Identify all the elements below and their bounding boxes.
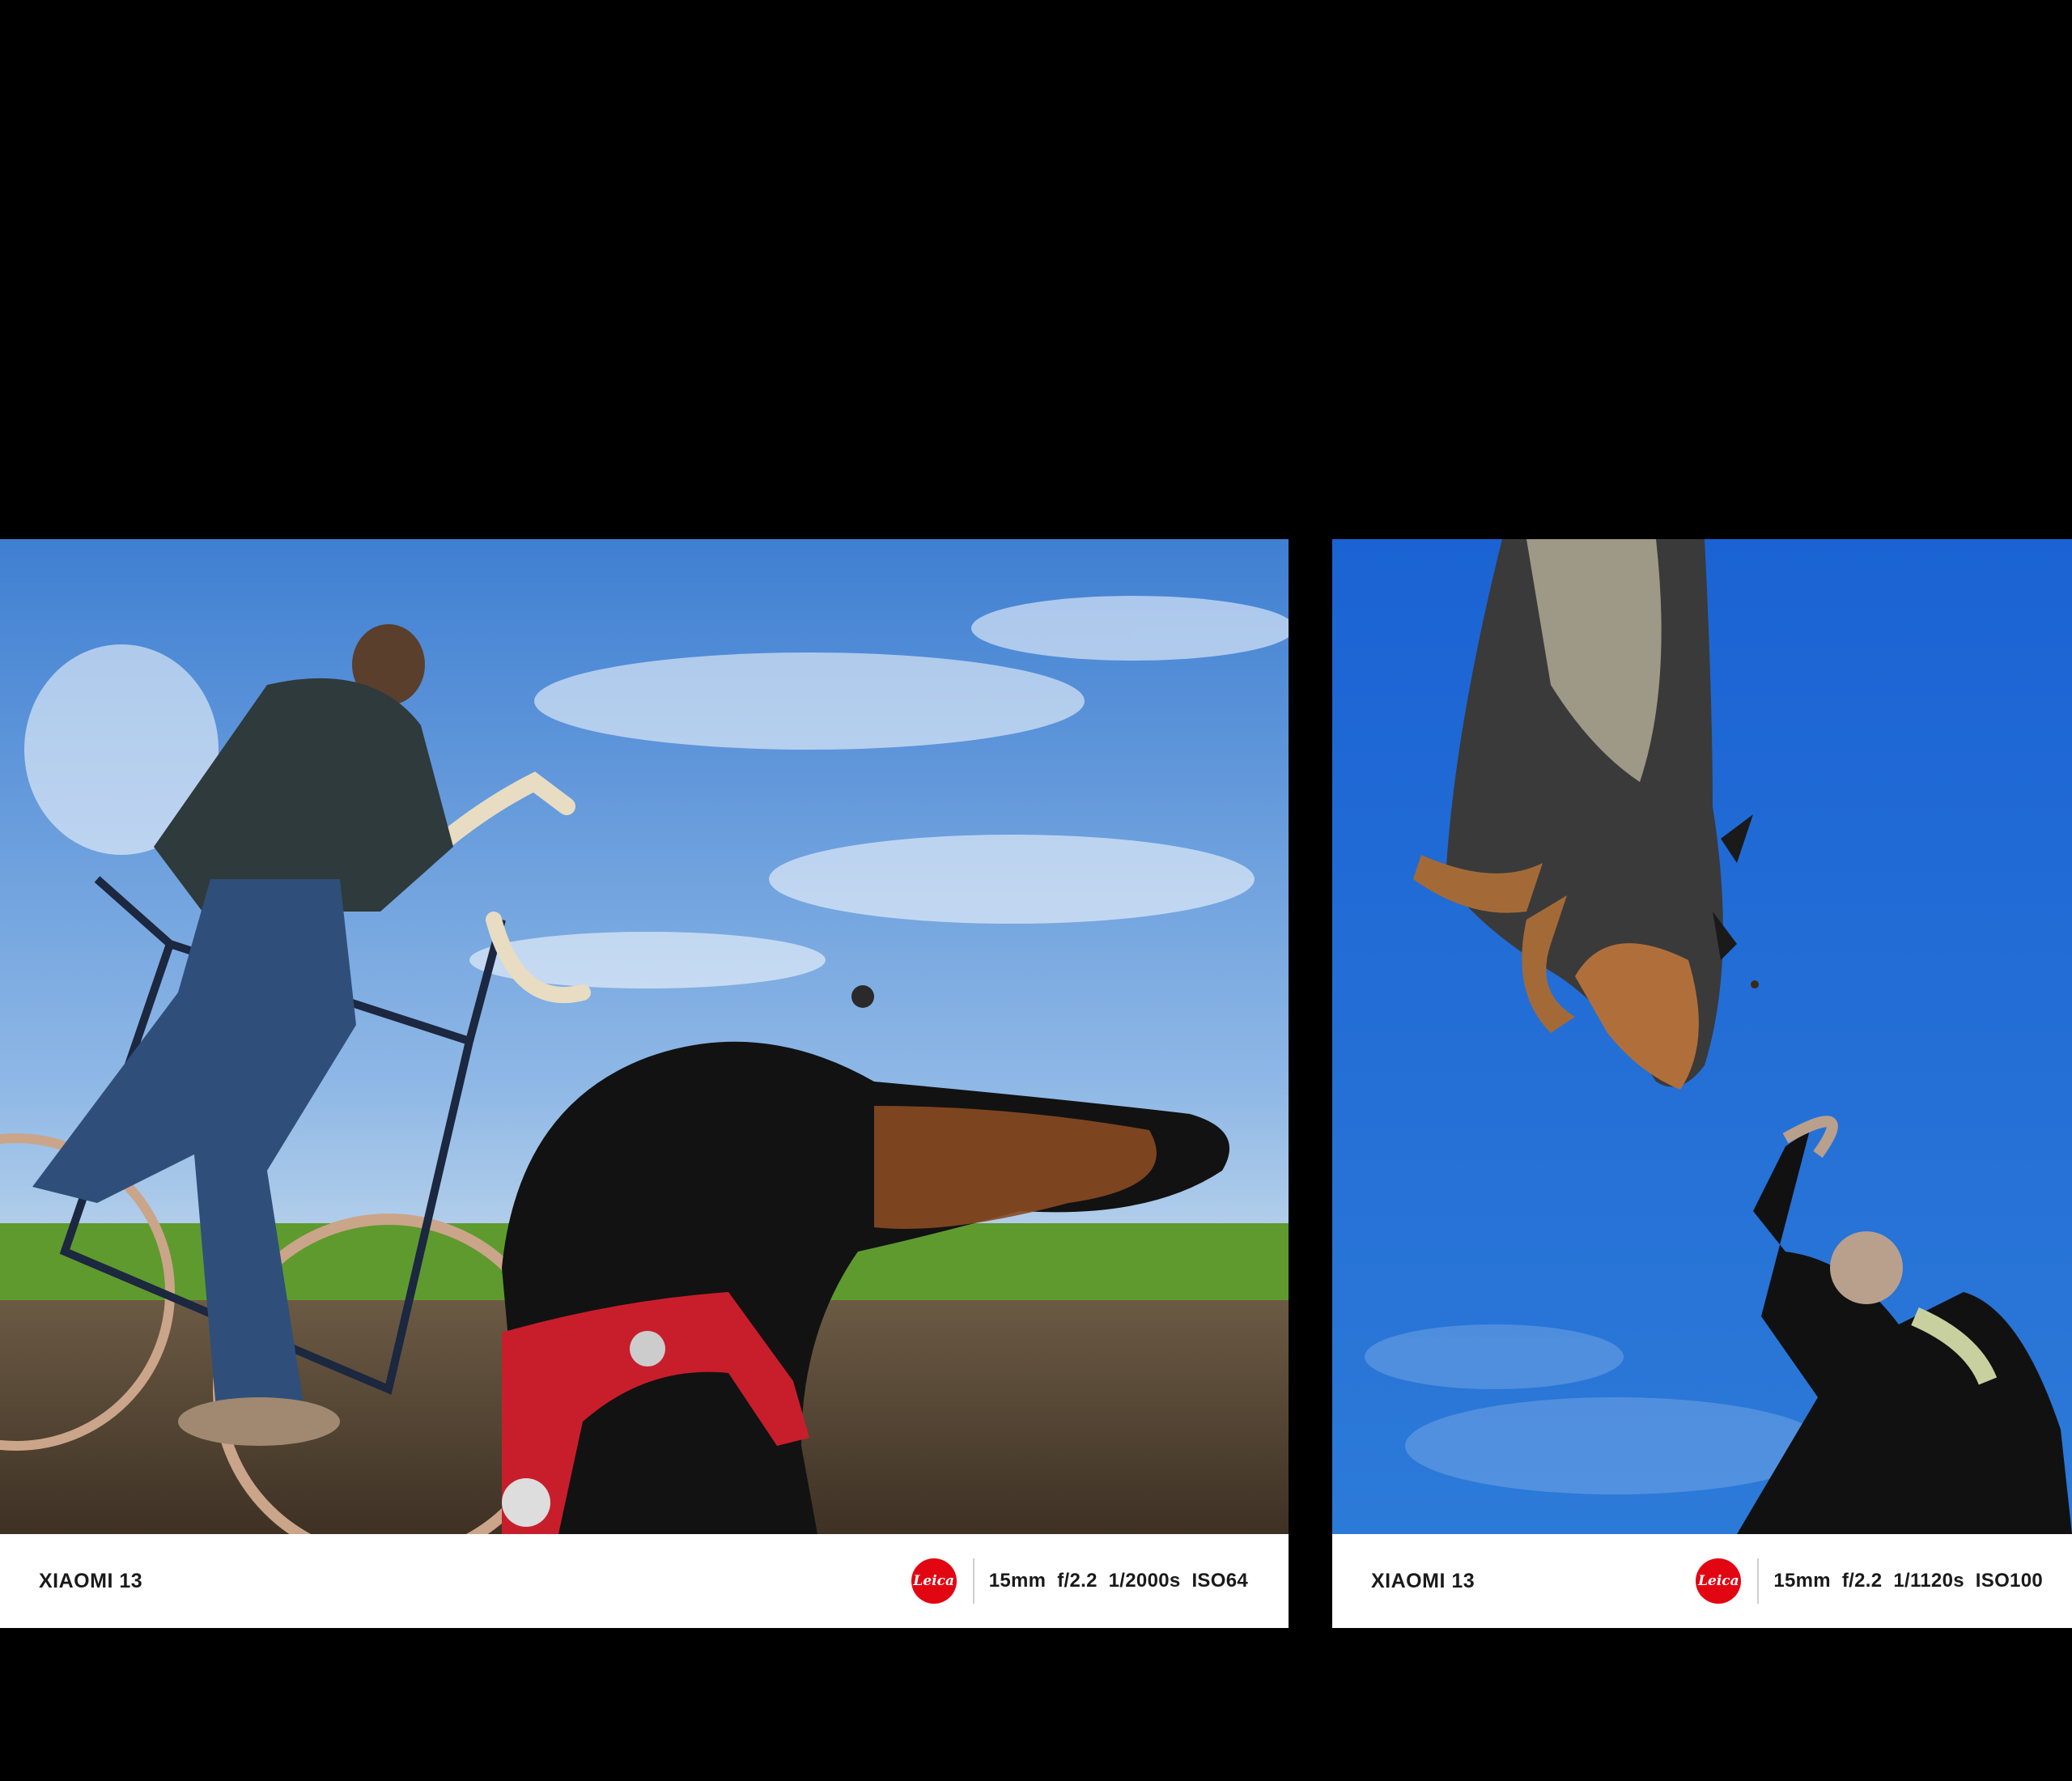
camera-brand: XIAOMI 13 [1371, 1569, 1475, 1592]
photo-card-2[interactable]: XIAOMI 13 Leica 15mm f/2.2 1/1120s ISO10… [1332, 539, 2072, 1628]
exif-text: 15mm f/2.2 1/2000s ISO64 [988, 1570, 1248, 1592]
divider [1757, 1558, 1760, 1604]
leica-logo-icon: Leica [911, 1558, 957, 1604]
exif-text: 15mm f/2.2 1/1120s ISO100 [1773, 1570, 2043, 1592]
exif-meta: Leica 15mm f/2.2 1/1120s ISO100 [1696, 1534, 2043, 1628]
camera-brand: XIAOMI 13 [39, 1569, 143, 1592]
photo-cyclist-dog [0, 539, 1289, 1534]
photo-dog-jumping [1332, 539, 2072, 1534]
photo-card-1[interactable]: XIAOMI 13 Leica 15mm f/2.2 1/2000s ISO64 [0, 539, 1289, 1628]
exif-footer: XIAOMI 13 Leica 15mm f/2.2 1/1120s ISO10… [1332, 1534, 2072, 1628]
exif-footer: XIAOMI 13 Leica 15mm f/2.2 1/2000s ISO64 [0, 1534, 1289, 1628]
exif-meta: Leica 15mm f/2.2 1/2000s ISO64 [911, 1534, 1248, 1628]
leica-logo-icon: Leica [1696, 1558, 1742, 1604]
divider [972, 1558, 974, 1604]
